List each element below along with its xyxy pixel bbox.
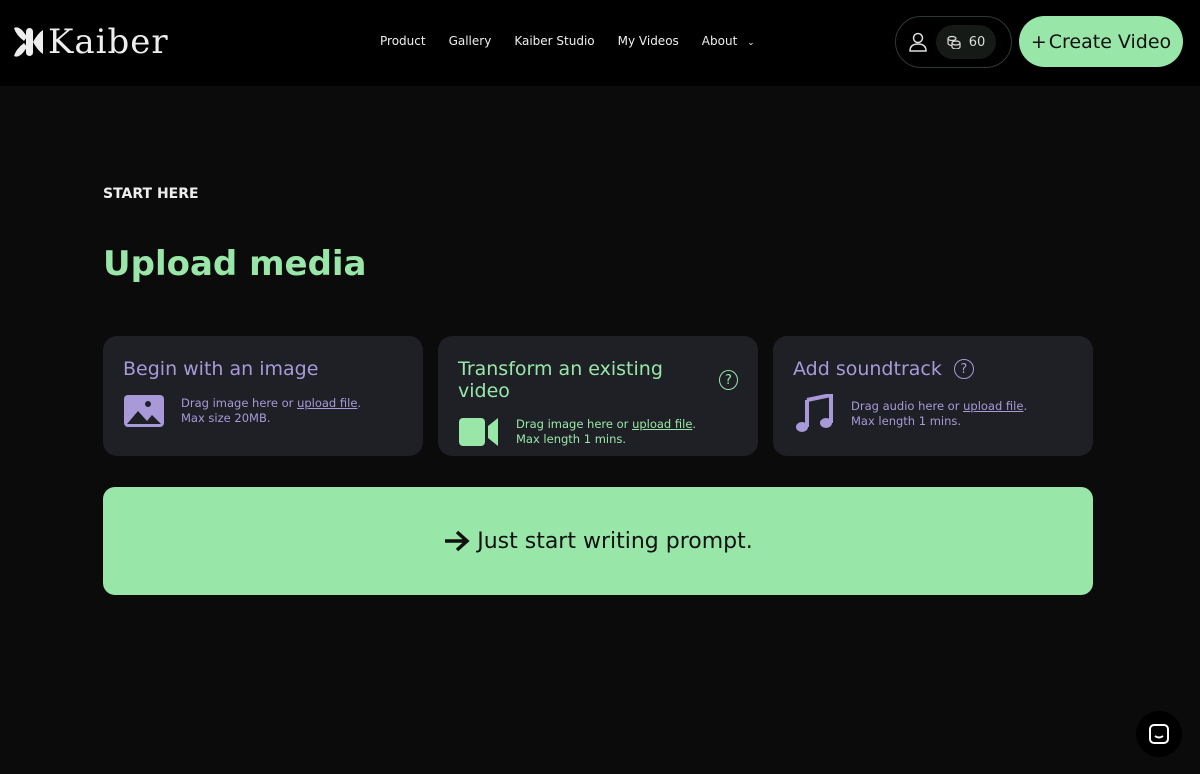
- music-note-icon: [796, 394, 833, 432]
- card-title: Add soundtrack: [793, 358, 942, 380]
- chat-icon: [1149, 724, 1169, 744]
- credits-count: 60: [968, 34, 986, 50]
- upload-image-card[interactable]: Begin with an image Drag image here or u…: [103, 336, 423, 456]
- account-pill: 60: [895, 16, 1012, 68]
- user-icon[interactable]: [908, 31, 928, 53]
- kaiber-mark-icon: [14, 27, 43, 57]
- help-icon[interactable]: ?: [953, 359, 974, 379]
- coins-icon: [947, 35, 961, 49]
- chevron-down-icon: ⌄: [747, 38, 755, 48]
- credits-badge[interactable]: 60: [936, 25, 996, 59]
- nav-gallery[interactable]: Gallery: [449, 34, 492, 48]
- image-icon: [124, 395, 164, 427]
- start-prompt-button[interactable]: Just start writing prompt.: [103, 487, 1093, 595]
- video-camera-icon: [459, 418, 498, 446]
- add-soundtrack-card[interactable]: Add soundtrack? Drag audio here or uploa…: [773, 336, 1093, 456]
- nav-my-videos[interactable]: My Videos: [618, 34, 679, 48]
- main-nav: Product Gallery Kaiber Studio My Videos …: [380, 34, 755, 48]
- kaiber-logo[interactable]: Kaiber: [12, 22, 169, 62]
- upload-file-link[interactable]: upload file: [297, 396, 357, 410]
- nav-about[interactable]: About ⌄: [702, 34, 755, 48]
- card-title: Transform an existing video: [458, 358, 663, 402]
- chat-support-button[interactable]: [1136, 711, 1182, 757]
- upload-file-link[interactable]: upload file: [963, 399, 1023, 413]
- transform-video-card[interactable]: Transform an existing video? Drag image …: [438, 336, 758, 456]
- eyebrow: START HERE: [103, 186, 199, 202]
- help-icon[interactable]: ?: [718, 370, 738, 390]
- nav-kaiber-studio[interactable]: Kaiber Studio: [514, 34, 594, 48]
- create-video-button[interactable]: + Create Video: [1019, 16, 1183, 67]
- nav-product[interactable]: Product: [380, 34, 426, 48]
- plus-icon: +: [1030, 30, 1047, 53]
- page-title: Upload media: [103, 244, 367, 284]
- card-title: Begin with an image: [123, 358, 319, 380]
- upload-file-link[interactable]: upload file: [632, 417, 692, 431]
- arrow-right-icon: [445, 530, 470, 552]
- top-nav: Kaiber Product Gallery Kaiber Studio My …: [0, 0, 1200, 86]
